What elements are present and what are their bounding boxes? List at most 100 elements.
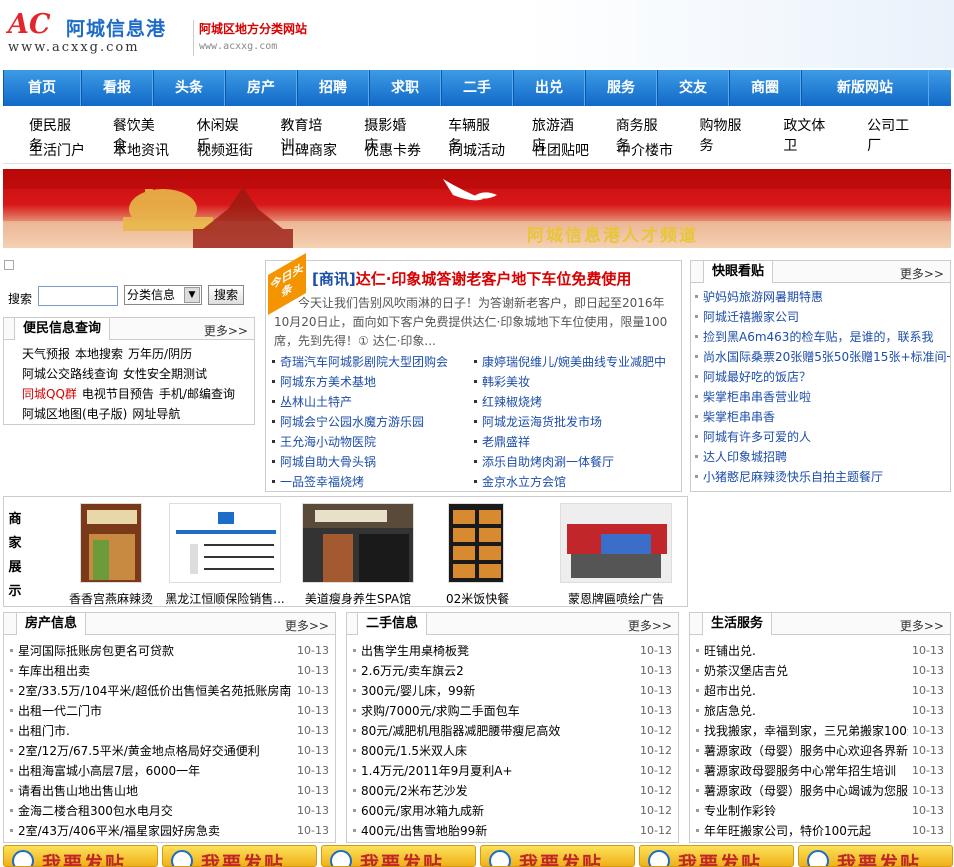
listing-link[interactable]: 薯源家政母婴服务中心常年招生培训 — [704, 764, 896, 778]
listing-link[interactable]: 找我搬家，幸福到家，三兄弟搬家100元 — [704, 724, 919, 738]
list-item[interactable]: 出租一代二门市 10-13 — [10, 701, 335, 721]
list-item[interactable]: 达人印象城招聘 — [695, 447, 950, 467]
listing-link[interactable]: 出租一代二门市 — [18, 704, 102, 718]
list-item[interactable]: 奶茶汉堡店吉兑 10-13 — [696, 661, 950, 681]
list-item[interactable]: 金海二楼合租300包水电月交 10-13 — [10, 801, 335, 821]
shop-card[interactable]: 蒙恩牌匾喷绘广告 — [556, 503, 676, 607]
post-button[interactable]: 我要发贴 — [321, 845, 476, 867]
list-item[interactable]: 求购/7000元/求购二手面包车 10-13 — [353, 701, 678, 721]
list-item[interactable]: 800元/1.5米双人床 10-12 — [353, 741, 678, 761]
category-link[interactable]: 社团贴吧 — [533, 140, 589, 160]
checkbox-icon[interactable] — [4, 260, 14, 270]
listing-link[interactable]: 薯源家政（母婴）服务中心欢迎各界新 — [704, 744, 908, 758]
list-item[interactable]: 阿城迁禧搬家公司 — [695, 307, 950, 327]
list-item[interactable]: 请看出售山地出售山地 10-13 — [10, 781, 335, 801]
list-item[interactable]: 600元/家用冰箱九成新 10-12 — [353, 801, 678, 821]
life-more-link[interactable]: 更多>> — [900, 617, 944, 634]
listing-link[interactable]: 400元/出售雪地胎99新 — [361, 824, 487, 838]
nav-item[interactable]: 求职 — [369, 70, 441, 106]
nav-item[interactable]: 头条 — [153, 70, 225, 106]
hot-post-link[interactable]: 小猪憨尼麻辣烫快乐自拍主题餐厅 — [703, 470, 883, 484]
convenience-link[interactable]: 本地搜索 — [75, 347, 123, 361]
convenience-title[interactable]: 便民信息查询 — [14, 317, 111, 340]
list-item[interactable]: 出租海富城小高层7层，6000一年 10-13 — [10, 761, 335, 781]
list-item[interactable]: 薯源家政母婴服务中心常年招生培训 10-13 — [696, 761, 950, 781]
listing-link[interactable]: 2室/43万/406平米/福星家园好房急卖 — [18, 824, 220, 838]
category-link[interactable]: 政文体卫 — [783, 115, 839, 155]
post-button[interactable]: 我要发贴 — [798, 845, 953, 867]
list-item[interactable]: 驴妈妈旅游网暑期特惠 — [695, 287, 950, 307]
hot-post-link[interactable]: 捡到黑A6m463的检车贴，是谁的，联系我 — [703, 330, 933, 344]
news-link[interactable]: 韩彩美妆 — [474, 372, 676, 392]
list-item[interactable]: 捡到黑A6m463的检车贴，是谁的，联系我 — [695, 327, 950, 347]
listing-link[interactable]: 专业制作彩铃 — [704, 804, 776, 818]
list-item[interactable]: 400元/出售雪地胎99新 10-12 — [353, 821, 678, 841]
nav-item[interactable]: 招聘 — [297, 70, 369, 106]
search-category-select[interactable]: 分类信息 ▼ — [124, 285, 202, 305]
listing-link[interactable]: 2.6万元/卖车旗云2 — [361, 664, 464, 678]
hot-posts-more-link[interactable]: 更多>> — [900, 265, 944, 282]
hot-post-link[interactable]: 柴掌柜串串香 — [703, 410, 775, 424]
list-item[interactable]: 800元/2米布艺沙发 10-12 — [353, 781, 678, 801]
category-link[interactable]: 购物服务 — [700, 115, 756, 155]
post-button[interactable]: 我要发贴 — [3, 845, 158, 867]
news-link[interactable]: 老鼎盛祥 — [474, 432, 676, 452]
listing-link[interactable]: 旅店急兑. — [704, 704, 756, 718]
listing-link[interactable]: 80元/减肥机甩脂器减肥腰带瘦尼高效 — [361, 724, 560, 738]
hot-post-link[interactable]: 阿城最好吃的饭店？ — [703, 370, 811, 384]
category-link[interactable]: 优惠卡券 — [365, 140, 421, 160]
list-item[interactable]: 旅店急兑. 10-13 — [696, 701, 950, 721]
convenience-more-link[interactable]: 更多>> — [204, 322, 248, 339]
convenience-link[interactable]: 天气预报 — [22, 347, 70, 361]
list-item[interactable]: 2.6万元/卖车旗云2 10-13 — [353, 661, 678, 681]
convenience-link[interactable]: 阿城区地图(电子版) — [22, 407, 127, 421]
listing-link[interactable]: 800元/2米布艺沙发 — [361, 784, 468, 798]
listing-link[interactable]: 奶茶汉堡店吉兑 — [704, 664, 788, 678]
nav-item[interactable]: 交友 — [657, 70, 729, 106]
news-link[interactable]: 一品签幸福烧烤 — [272, 472, 474, 492]
nav-item[interactable]: 出兑 — [513, 70, 585, 106]
nav-item[interactable]: 新版网站 — [801, 70, 929, 106]
list-item[interactable]: 柴掌柜串串香 — [695, 407, 950, 427]
shop-card[interactable]: 黑龙江恒顺保险销售... — [160, 503, 290, 607]
list-item[interactable]: 2室/43万/406平米/福星家园好房急卖 10-13 — [10, 821, 335, 841]
nav-item[interactable]: 二手 — [441, 70, 513, 106]
category-link[interactable]: 视频逛街 — [197, 140, 253, 160]
convenience-link[interactable]: 手机/邮编查询 — [159, 387, 235, 401]
list-item[interactable]: 专业制作彩铃 10-13 — [696, 801, 950, 821]
nav-item[interactable]: 商圈 — [729, 70, 801, 106]
hot-posts-title[interactable]: 快眼看贴 — [703, 260, 774, 283]
convenience-link[interactable]: 电视节目预告 — [82, 387, 154, 401]
news-link[interactable]: 王允海小动物医院 — [272, 432, 474, 452]
news-link[interactable]: 添乐自助烤肉涮一体餐厅 — [474, 452, 676, 472]
used-title[interactable]: 二手信息 — [357, 612, 428, 635]
house-more-link[interactable]: 更多>> — [285, 617, 329, 634]
listing-link[interactable]: 600元/家用冰箱九成新 — [361, 804, 484, 818]
listing-link[interactable]: 请看出售山地出售山地 — [18, 784, 138, 798]
post-button[interactable]: 我要发贴 — [480, 845, 635, 867]
listing-link[interactable]: 薯源家政（母婴）服务中心竭诚为您服 — [704, 784, 908, 798]
list-item[interactable]: 阿城最好吃的饭店？ — [695, 367, 950, 387]
list-item[interactable]: 旺铺出兑. 10-13 — [696, 641, 950, 661]
listing-link[interactable]: 求购/7000元/求购二手面包车 — [361, 704, 520, 718]
shop-card[interactable]: 香香宫燕麻辣烫 — [48, 503, 174, 607]
listing-link[interactable]: 出租海富城小高层7层，6000一年 — [18, 764, 200, 778]
news-link[interactable]: 阿城自助大骨头锅 — [272, 452, 474, 472]
category-link[interactable]: 口碑商家 — [281, 140, 337, 160]
listing-link[interactable]: 车库出租出卖 — [18, 664, 90, 678]
list-item[interactable]: 300元/婴儿床，99新 10-13 — [353, 681, 678, 701]
convenience-link[interactable]: 万年历/阴历 — [128, 347, 192, 361]
headline-title[interactable]: [商讯]达仁·印象城答谢老客户地下车位免费使用 — [312, 268, 678, 289]
listing-link[interactable]: 1.4万元/2011年9月夏利A+ — [361, 764, 513, 778]
listing-link[interactable]: 出售学生用桌椅板凳 — [361, 644, 469, 658]
news-link[interactable]: 奇瑞汽车阿城影剧院大型团购会 — [272, 352, 474, 372]
convenience-link[interactable]: 女性安全期测试 — [123, 367, 207, 381]
shop-card[interactable]: 02米饭快餐 — [446, 503, 509, 607]
news-link[interactable]: 阿城东方美术基地 — [272, 372, 474, 392]
post-button[interactable]: 我要发贴 — [162, 845, 317, 867]
news-link[interactable]: 阿城龙运海货批发市场 — [474, 412, 676, 432]
list-item[interactable]: 薯源家政（母婴）服务中心欢迎各界新 10-13 — [696, 741, 950, 761]
site-logo[interactable]: AC 阿城信息港 www.acxxg.com — [8, 10, 168, 56]
search-button[interactable]: 搜索 — [208, 285, 244, 305]
listing-link[interactable]: 300元/婴儿床，99新 — [361, 684, 475, 698]
